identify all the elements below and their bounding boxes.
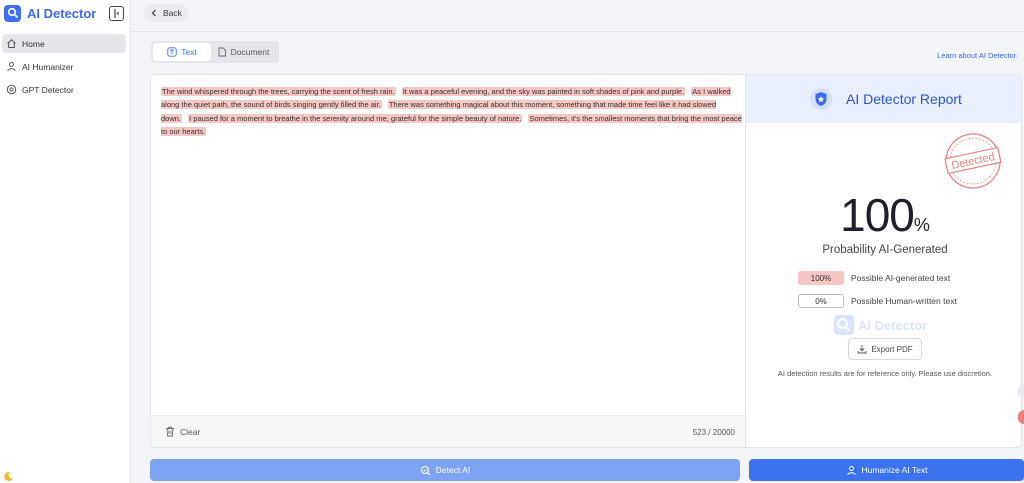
detected-stamp: Detected: [944, 133, 1002, 189]
sidebar: AI Detector Home AI Humanizer GPT Detect…: [0, 0, 131, 483]
highlighted-sentence: It was a peaceful evening, and the sky w…: [401, 87, 686, 96]
floating-widget[interactable]: [1018, 410, 1024, 424]
watermark-text: AI Detector: [858, 317, 928, 333]
divider: [131, 31, 1024, 32]
main-panel: The wind whispered through the trees, ca…: [150, 74, 1022, 448]
probability-score: 100%: [746, 188, 1021, 242]
ai-percentage-badge: 100%: [798, 271, 844, 285]
ai-generated-label: Possible AI-generated text: [851, 273, 951, 283]
ai-generated-row: 100% Possible AI-generated text: [798, 271, 950, 285]
trash-icon: [166, 426, 174, 437]
tab-document[interactable]: Document: [211, 43, 275, 61]
back-label: Back: [163, 8, 182, 18]
probability-value: 100: [840, 189, 915, 241]
text-icon: [167, 47, 177, 57]
gpt-icon: [6, 84, 17, 95]
detect-ai-button[interactable]: Detect AI: [150, 459, 740, 481]
probability-unit: %: [913, 215, 930, 235]
editor-text[interactable]: The wind whispered through the trees, ca…: [161, 85, 743, 138]
export-label: Export PDF: [871, 344, 913, 354]
collapse-sidebar-button[interactable]: [109, 6, 124, 21]
sidebar-item-label: AI Humanizer: [22, 61, 74, 72]
detect-label: Detect AI: [435, 465, 471, 475]
probability-label: Probability AI-Generated: [822, 244, 948, 256]
sidebar-item-home[interactable]: Home: [2, 34, 126, 53]
sidebar-item-ai-humanizer[interactable]: AI Humanizer: [2, 57, 126, 76]
chevron-left-icon: [151, 9, 156, 17]
back-button[interactable]: Back: [144, 4, 188, 22]
floating-widget[interactable]: [1018, 384, 1024, 398]
human-percentage-badge: 0%: [798, 294, 844, 308]
text-editor[interactable]: The wind whispered through the trees, ca…: [151, 75, 745, 447]
watermark: AI Detector: [834, 315, 927, 335]
home-icon: [7, 39, 16, 48]
clear-label: Clear: [180, 426, 201, 437]
clear-button[interactable]: Clear: [165, 426, 200, 437]
learn-about-link[interactable]: Learn about AI Detector.: [937, 51, 1018, 60]
tab-text[interactable]: Text: [153, 43, 211, 61]
tab-label: Document: [230, 47, 270, 57]
humanize-icon: [846, 465, 856, 475]
collapse-icon: [114, 9, 120, 18]
humanizer-icon: [7, 62, 16, 72]
sidebar-item-label: GPT Detector: [22, 84, 74, 95]
detector-report: AI Detector Report Detected 100% Probabi…: [745, 75, 1021, 447]
editor-footer: Clear 523 / 20000: [151, 415, 745, 447]
highlighted-sentence: I paused for a moment to breathe in the …: [188, 113, 523, 123]
detect-icon: [420, 465, 431, 475]
download-icon: [857, 345, 867, 354]
sidebar-item-gpt-detector[interactable]: GPT Detector: [2, 80, 126, 99]
human-written-label: Possible Human-written text: [851, 296, 957, 306]
shield-icon: [810, 88, 832, 110]
character-counter: 523 / 20000: [692, 428, 735, 437]
report-header: AI Detector Report: [746, 75, 1021, 123]
report-title: AI Detector Report: [846, 91, 962, 107]
humanize-ai-text-button[interactable]: Humanize AI Text: [749, 459, 1024, 481]
export-pdf-button[interactable]: Export PDF: [848, 338, 922, 360]
moon-icon[interactable]: [3, 471, 14, 482]
app-name: AI Detector: [27, 5, 97, 21]
human-written-row: 0% Possible Human-written text: [798, 294, 957, 308]
sidebar-item-label: Home: [22, 38, 45, 49]
humanize-label: Humanize AI Text: [861, 465, 928, 475]
input-mode-tabs: Text Document: [151, 41, 279, 63]
watermark-logo-icon: [834, 315, 854, 335]
document-icon: [218, 47, 226, 57]
tab-label: Text: [181, 47, 197, 57]
highlighted-sentence: The wind whispered through the trees, ca…: [161, 87, 396, 96]
disclaimer: AI detection results are for reference o…: [777, 369, 993, 378]
logo-icon: [4, 4, 21, 22]
